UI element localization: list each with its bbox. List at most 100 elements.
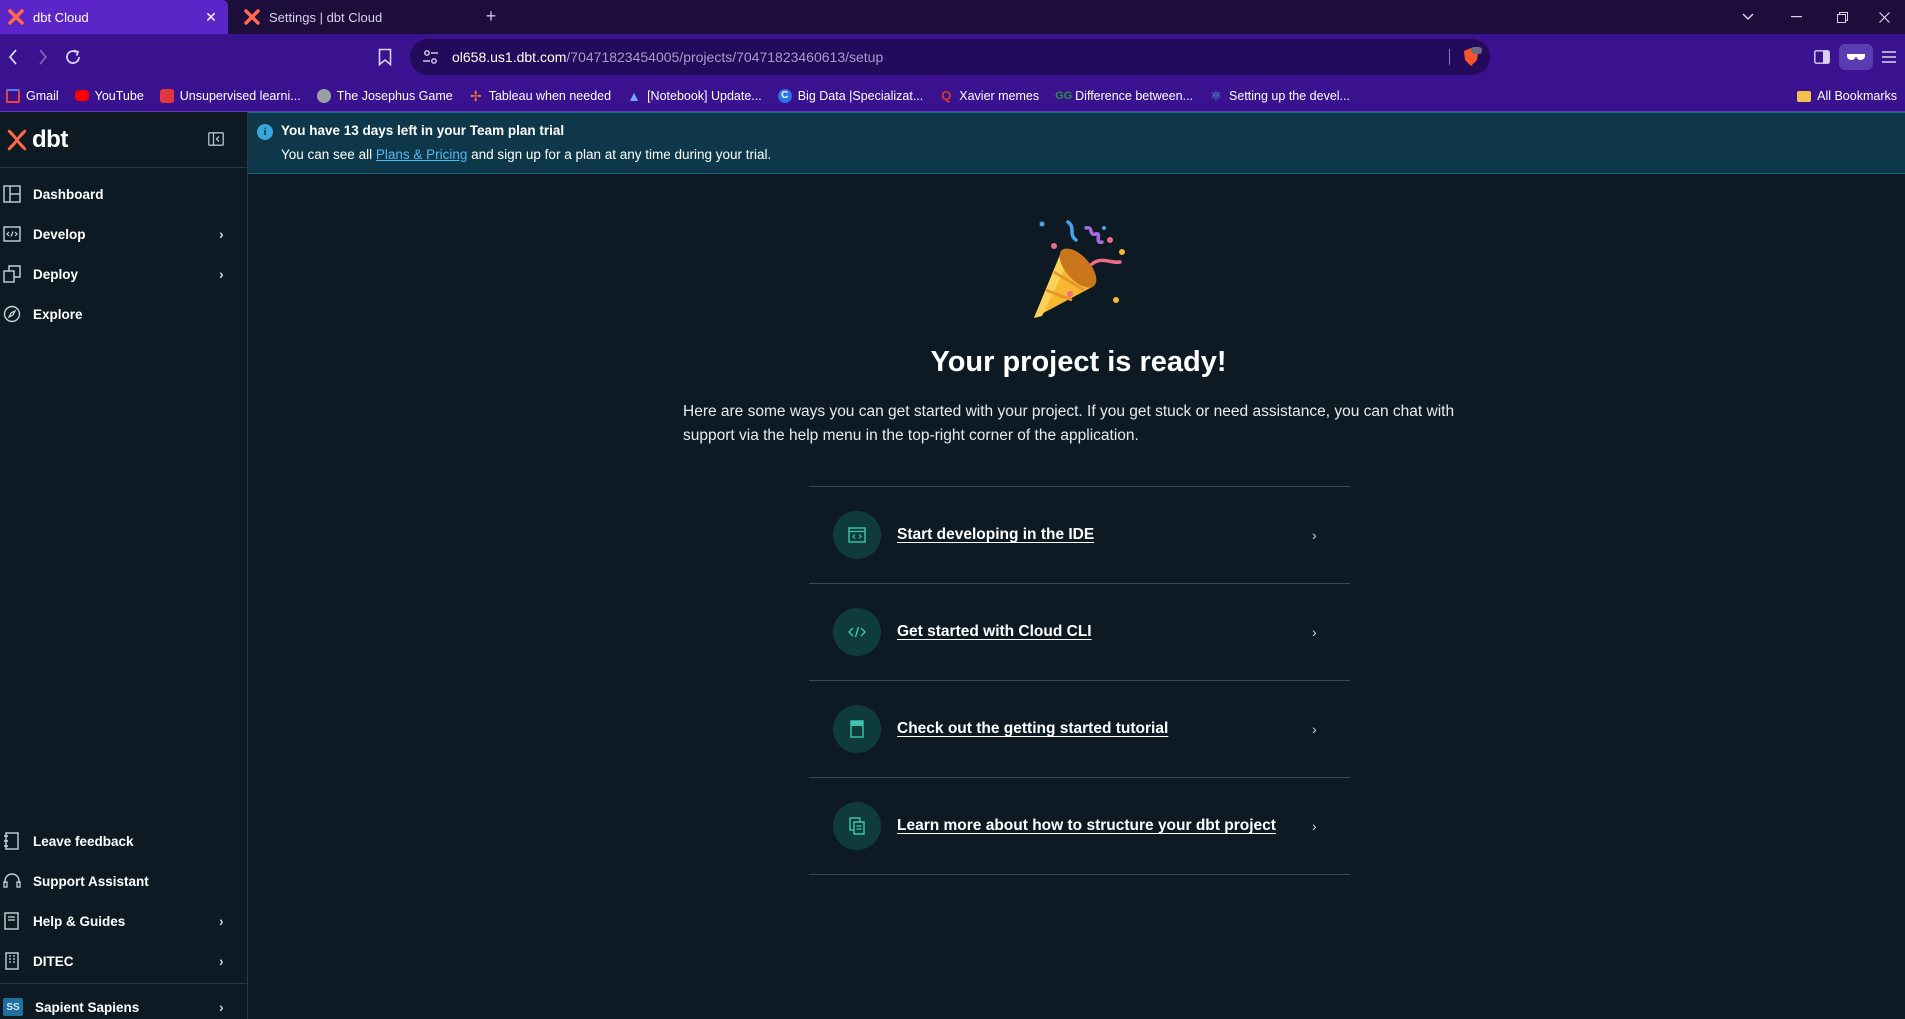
chevron-right-icon: › xyxy=(219,226,224,242)
sidebar-item-ditec[interactable]: DITEC › xyxy=(0,943,247,979)
sidebar-item-explore[interactable]: Explore xyxy=(0,296,247,332)
menu-button[interactable] xyxy=(1879,44,1899,70)
bookmark-setting-up-devel[interactable]: ⚛ Setting up the devel... xyxy=(1209,87,1350,103)
tab-title: Settings | dbt Cloud xyxy=(269,9,383,25)
plans-pricing-link[interactable]: Plans & Pricing xyxy=(376,147,468,162)
sidebar-item-leave-feedback[interactable]: Leave feedback xyxy=(0,823,247,859)
sidebar-item-dashboard[interactable]: Dashboard xyxy=(0,176,247,212)
avatar: SS xyxy=(3,998,23,1016)
sidebar-panel-icon xyxy=(1814,50,1830,64)
site-settings-icon[interactable] xyxy=(422,49,440,65)
reload-icon xyxy=(66,49,80,64)
deploy-icon xyxy=(3,265,21,283)
banner-title: You have 13 days left in your Team plan … xyxy=(281,123,565,138)
dbt-logo[interactable]: dbt xyxy=(6,126,68,154)
page-title: Your project is ready! xyxy=(930,346,1227,378)
tab-search-icon[interactable] xyxy=(1725,0,1771,34)
party-popper-icon xyxy=(1034,220,1125,318)
sidebar-item-deploy[interactable]: Deploy › xyxy=(0,256,247,292)
restore-window-button[interactable] xyxy=(1819,0,1865,34)
tableau-icon: ✢ xyxy=(469,87,482,104)
globe-icon xyxy=(316,88,331,103)
develop-icon xyxy=(3,226,21,242)
chevron-right-icon: › xyxy=(219,999,224,1015)
close-tab-icon[interactable]: ✕ xyxy=(200,9,222,26)
react-icon: ⚛ xyxy=(1210,87,1222,103)
dbt-favicon-icon xyxy=(244,9,260,25)
getting-started-list: Start developing in the IDE › Get starte… xyxy=(809,486,1350,875)
bookmark-unsupervised-learning[interactable]: Unsupervised learni... xyxy=(159,88,301,103)
tab-title: dbt Cloud xyxy=(33,9,89,25)
minimize-window-button[interactable] xyxy=(1773,0,1819,34)
list-item-structure-dbt-project[interactable]: Learn more about how to structure your d… xyxy=(809,778,1350,875)
gmail-icon xyxy=(6,88,20,103)
option-label: Check out the getting started tutorial xyxy=(897,720,1169,737)
browser-tab-bar: dbt Cloud ✕ Settings | dbt Cloud + xyxy=(0,0,1905,34)
brave-shields-icon[interactable] xyxy=(1460,46,1482,68)
address-bar[interactable]: ol658.us1.dbt.com/70471823454005/project… xyxy=(410,39,1490,75)
sidebar-item-help-guides[interactable]: Help & Guides › xyxy=(0,903,247,939)
account-name: Sapient Sapiens xyxy=(35,999,140,1015)
bookmarks-bar: Gmail YouTube Unsupervised learni... The… xyxy=(0,80,1905,112)
dashboard-icon xyxy=(3,185,21,203)
sidebar-item-develop[interactable]: Develop › xyxy=(0,216,247,252)
feedback-icon xyxy=(4,832,19,850)
bookmark-xavier-memes[interactable]: Q Xavier memes xyxy=(939,87,1039,103)
dbt-favicon-icon xyxy=(8,9,24,25)
sidebar-item-support-assistant[interactable]: Support Assistant xyxy=(0,863,247,899)
arrow-a-icon: ▲ xyxy=(627,87,641,104)
option-label: Start developing in the IDE xyxy=(897,526,1095,543)
bookmark-josephus-game[interactable]: The Josephus Game xyxy=(316,88,453,103)
folder-icon xyxy=(1797,90,1812,102)
chevron-right-icon: › xyxy=(1312,527,1317,543)
gfg-icon: GG xyxy=(1055,89,1073,102)
bookmark-notebook-update[interactable]: ▲ [Notebook] Update... xyxy=(627,89,762,103)
chevron-right-icon: › xyxy=(219,953,224,969)
forward-button[interactable] xyxy=(30,44,56,70)
all-bookmarks-button[interactable]: All Bookmarks xyxy=(1797,80,1897,112)
sidebar-toggle-button[interactable] xyxy=(1810,44,1834,70)
building-icon xyxy=(5,952,19,970)
new-tab-button[interactable]: + xyxy=(480,5,502,27)
collapse-sidebar-icon[interactable] xyxy=(208,132,224,146)
list-item-start-developing-ide[interactable]: Start developing in the IDE › xyxy=(809,487,1350,584)
intro-text: Here are some ways you can get started w… xyxy=(683,403,1455,444)
url-host: ol658.us1.dbt.com xyxy=(452,49,567,65)
headset-icon xyxy=(3,873,21,888)
list-item-getting-started-tutorial[interactable]: Check out the getting started tutorial › xyxy=(809,681,1350,778)
tab-settings-dbt-cloud[interactable]: Settings | dbt Cloud xyxy=(236,0,476,34)
list-item-cloud-cli[interactable]: Get started with Cloud CLI › xyxy=(809,584,1350,681)
chevron-right-icon: › xyxy=(219,913,224,929)
chevron-right-icon: › xyxy=(1312,624,1317,640)
banner-text: You can see all Plans & Pricing and sign… xyxy=(281,147,772,162)
account-switcher[interactable]: SS Sapient Sapiens › xyxy=(0,989,247,1019)
reload-button[interactable] xyxy=(60,44,86,70)
ide-icon xyxy=(833,511,881,559)
bookmark-big-data[interactable]: C Big Data |Specializat... xyxy=(777,88,923,103)
tab-dbt-cloud[interactable]: dbt Cloud ✕ xyxy=(0,0,228,34)
trial-banner: i You have 13 days left in your Team pla… xyxy=(248,112,1905,174)
bookmark-gmail[interactable]: Gmail xyxy=(6,88,59,103)
bookmark-icon xyxy=(833,705,881,753)
forward-arrow-icon xyxy=(39,49,48,65)
info-icon: i xyxy=(257,124,273,140)
youtube-icon xyxy=(74,90,89,101)
quora-icon: Q xyxy=(941,87,952,103)
files-icon xyxy=(833,802,881,850)
leo-private-button[interactable] xyxy=(1839,44,1873,70)
code-icon xyxy=(833,608,881,656)
address-divider xyxy=(1449,49,1450,65)
bookmark-outline-icon xyxy=(378,48,392,67)
sidebar-divider xyxy=(0,167,248,168)
hamburger-menu-icon xyxy=(1882,51,1896,63)
book-icon xyxy=(4,912,19,930)
close-window-button[interactable] xyxy=(1861,0,1905,34)
bookmark-youtube[interactable]: YouTube xyxy=(74,89,144,103)
bookmark-page-button[interactable] xyxy=(378,44,400,70)
back-button[interactable] xyxy=(0,44,26,70)
bookmark-difference-between[interactable]: GG Difference between... xyxy=(1055,89,1193,103)
chevron-right-icon: › xyxy=(1312,721,1317,737)
url-path: /70471823454005/projects/70471823460613/… xyxy=(566,49,884,65)
sunglasses-icon xyxy=(1847,54,1865,60)
bookmark-tableau[interactable]: ✢ Tableau when needed xyxy=(469,89,611,103)
